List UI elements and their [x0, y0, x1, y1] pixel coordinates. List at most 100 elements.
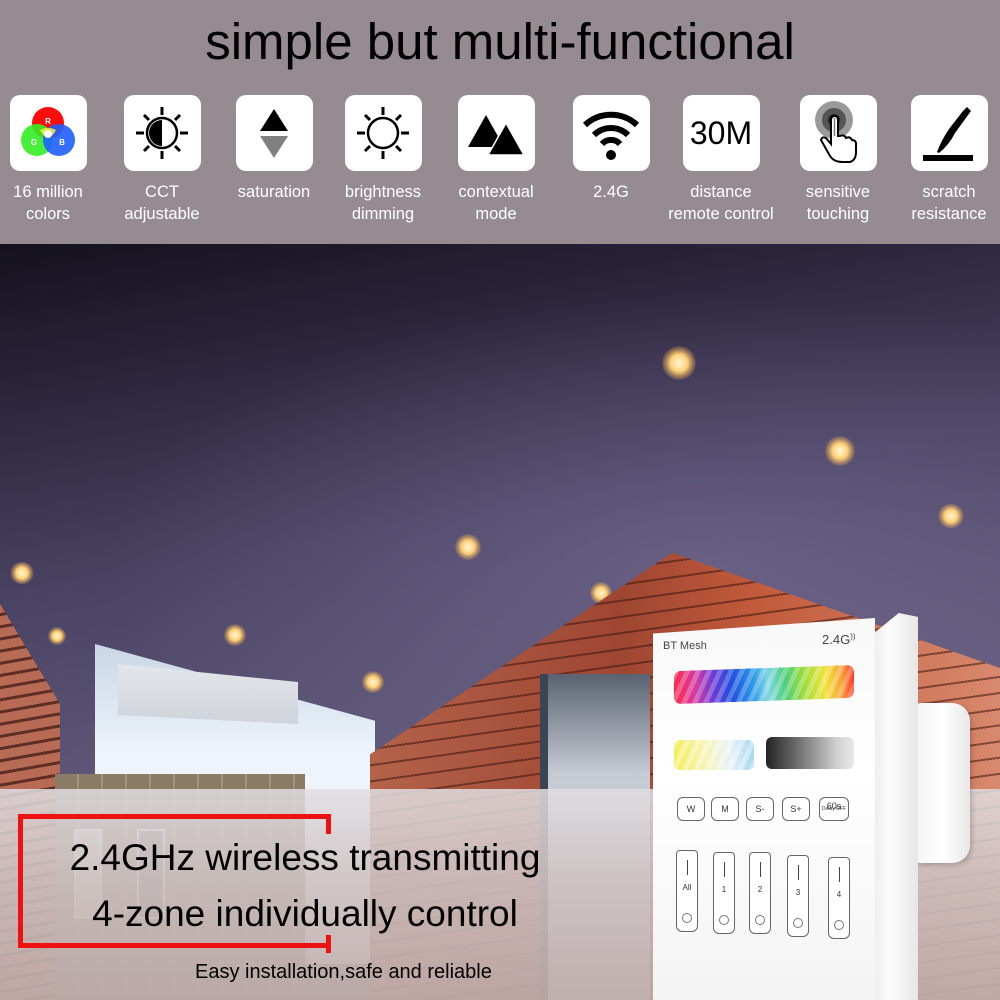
rgb-letter-r: R — [45, 117, 51, 126]
zone-button-2[interactable]: 2 — [749, 852, 771, 934]
feature-label: sensitive touching — [782, 181, 894, 225]
feature-label-line2: colors — [25, 205, 70, 223]
feature-cct-adjustable: CCT adjustable — [106, 95, 218, 225]
feature-label-line1: CCT — [145, 183, 179, 201]
zone-label: 4 — [836, 890, 842, 899]
feature-label-line1: scratch — [922, 183, 976, 201]
off-ring-icon — [793, 918, 803, 928]
knife-scratch-icon — [923, 107, 973, 161]
brightness-slider[interactable] — [766, 737, 854, 769]
headline-zones: 4-zone individually control — [92, 893, 518, 934]
off-ring-icon — [719, 915, 729, 925]
w-button[interactable]: W — [677, 797, 705, 821]
signal-icon: )) — [850, 632, 856, 641]
ceiling-light — [10, 562, 34, 584]
feature-16-million-colors: R G B 16 million colors — [0, 95, 104, 225]
ceiling-light — [455, 534, 481, 560]
feature-label: saturation — [218, 181, 330, 203]
off-ring-icon — [682, 913, 692, 923]
frequency-text: 2.4G — [822, 632, 851, 647]
on-bar-icon — [686, 860, 688, 875]
tagline: Easy installation,safe and reliable — [195, 961, 492, 983]
feature-label-line1: distance — [690, 183, 752, 201]
cct-slider[interactable] — [674, 740, 754, 770]
feature-label: contextual mode — [440, 181, 552, 225]
page-title: simple but multi-functional — [205, 13, 795, 70]
feature-label-line2: touching — [806, 205, 870, 223]
sun-icon — [357, 107, 409, 159]
feature-label-line2: adjustable — [124, 205, 200, 223]
zone-button-4[interactable]: 4 — [828, 857, 850, 939]
rgb-circles-icon: R G B — [21, 107, 75, 156]
rgb-letter-b: B — [59, 138, 65, 147]
m-button[interactable]: M — [711, 797, 739, 821]
s-plus-button[interactable]: S+ — [782, 797, 810, 821]
on-bar-icon — [797, 865, 799, 880]
ceiling-light — [662, 346, 696, 380]
delay-off-button[interactable]: 60s Delay OFF — [819, 797, 849, 821]
feature-distance-remote-control: 30M distance remote control — [665, 95, 777, 225]
feature-list: R G B 16 million colors CCT adjustable s… — [0, 95, 1000, 235]
panel-frequency-label: 2.4G)) — [822, 632, 856, 647]
feature-label: 2.4G — [555, 181, 667, 203]
ceiling-light — [825, 436, 855, 466]
feature-tile — [457, 95, 535, 171]
red-frame-tick — [326, 935, 331, 953]
feature-tile: 30M — [682, 95, 760, 171]
ceiling-light — [48, 627, 66, 645]
red-frame-tick — [326, 814, 331, 834]
distance-text-icon: 30M — [689, 114, 753, 151]
feature-label-line1: 2.4G — [593, 183, 629, 201]
s-minus-button[interactable]: S- — [746, 797, 774, 821]
feature-label: CCT adjustable — [106, 181, 218, 225]
panel-side-edge — [870, 613, 918, 1000]
feature-tile — [799, 95, 877, 171]
ceiling-light — [938, 504, 964, 528]
feature-scratch-resistance: scratch resistance — [893, 95, 1000, 225]
feature-tile — [572, 95, 650, 171]
feature-label: brightness dimming — [327, 181, 439, 225]
on-bar-icon — [838, 867, 840, 882]
up-down-triangles-icon — [260, 109, 288, 158]
on-bar-icon — [759, 862, 761, 877]
feature-header: simple but multi-functional R G B 16 mil… — [0, 0, 1000, 244]
zone-button-3[interactable]: 3 — [787, 855, 809, 937]
feature-label-line2: dimming — [351, 205, 415, 223]
wifi-icon — [582, 111, 640, 160]
panel-brand-label: BT Mesh — [663, 640, 707, 652]
on-bar-icon — [723, 862, 725, 877]
ceiling-light — [224, 624, 246, 646]
zone-label: All — [682, 883, 692, 892]
headline-wireless: 2.4GHz wireless transmitting — [69, 837, 541, 878]
feature-tile — [344, 95, 422, 171]
feature-label-line2: remote control — [668, 205, 774, 223]
feature-label-line1: brightness — [344, 183, 422, 201]
off-ring-icon — [755, 915, 765, 925]
feature-contextual-mode: contextual mode — [440, 95, 552, 225]
ceiling-light — [362, 671, 384, 693]
zone-label: 1 — [721, 885, 727, 894]
feature-label-line1: saturation — [237, 183, 311, 201]
color-wheel-slider[interactable] — [674, 664, 854, 705]
feature-tile — [235, 95, 313, 171]
half-sun-icon — [136, 107, 188, 159]
touch-finger-icon — [815, 101, 857, 163]
feature-label-line1: sensitive — [805, 183, 871, 201]
feature-label-line1: 16 million — [13, 183, 83, 201]
feature-saturation: saturation — [218, 95, 330, 203]
feature-tile — [910, 95, 988, 171]
rgb-letter-g: G — [31, 138, 37, 147]
zone-button-all[interactable]: All — [676, 850, 698, 932]
feature-tile: R G B — [9, 95, 87, 171]
feature-label-line2: mode — [475, 205, 517, 223]
feature-label: 16 million colors — [0, 181, 104, 225]
feature-label-line1: contextual — [458, 183, 534, 201]
feature-label: scratch resistance — [893, 181, 1000, 225]
off-ring-icon — [834, 920, 844, 930]
zone-label: 3 — [795, 888, 801, 897]
feature-sensitive-touching: sensitive touching — [782, 95, 894, 225]
feature-tile — [123, 95, 201, 171]
feature-label: distance remote control — [665, 181, 777, 225]
feature-label-line2: resistance — [911, 205, 987, 223]
zone-button-1[interactable]: 1 — [713, 852, 735, 934]
